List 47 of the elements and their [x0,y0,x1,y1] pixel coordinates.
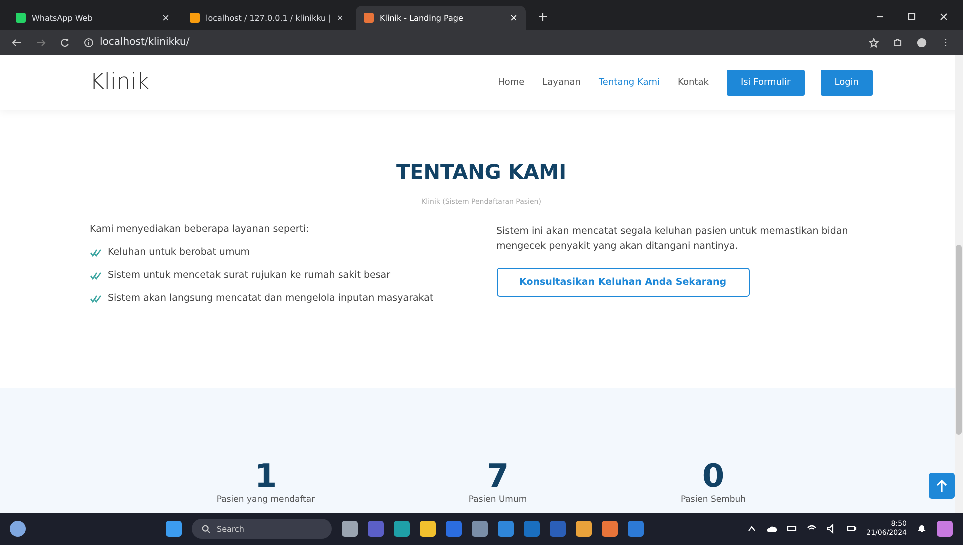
stat-label: Pasien yang mendaftar [216,495,316,505]
list-item-text: Keluhan untuk berobat umum [108,247,250,258]
address-field[interactable]: localhost/klinikku/ [84,37,190,48]
back-icon[interactable] [12,38,22,48]
stat-label: Pasien Umum [468,495,528,505]
scroll-top-button[interactable] [929,473,955,499]
chevron-up-icon[interactable] [746,524,757,534]
bell-icon[interactable] [917,524,927,534]
close-icon[interactable] [939,12,949,22]
scrollbar[interactable] [955,55,963,513]
cloud-icon[interactable] [766,524,777,534]
form-button[interactable]: Isi Formulir [726,70,805,96]
list-item-text: Sistem untuk mencetak surat rujukan ke rumah sakit besar [108,270,391,281]
search-field[interactable]: Search [192,519,332,539]
check-icon [90,248,102,256]
close-icon[interactable] [162,14,170,22]
avatar-icon[interactable] [917,38,927,48]
maximize-icon[interactable] [907,12,917,22]
nav-link[interactable]: Kontak [678,78,709,88]
nav-link[interactable]: Home [498,78,525,88]
brand-logo[interactable]: Klinik [90,70,150,95]
stat-label: Pasien Sembuh [680,495,746,505]
keyboard-icon[interactable] [786,524,797,534]
search-icon [202,524,211,534]
description-text: Sistem ini akan mencatat segala keluhan pasien untuk memastikan bidan mengecek penyakit yang akan ditangani nantinya. [496,225,850,254]
forward-icon[interactable] [36,38,46,48]
plus-icon[interactable] [538,12,548,22]
intro-text: Kami menyediakan beberapa layanan seperti: [90,224,310,235]
stat-value: 1 [254,457,278,495]
login-button[interactable]: Login [820,70,873,96]
stat-value: 0 [702,457,725,495]
consult-button[interactable]: Konsultasikan Keluhan Anda Sekarang [496,268,750,298]
nav-link[interactable]: Layanan [542,78,581,88]
close-icon[interactable] [337,14,344,22]
browser-tab[interactable]: localhost / 127.0.0.1 / klinikku | [182,6,352,30]
battery-icon[interactable] [846,524,857,534]
info-icon[interactable] [84,38,94,48]
list-item-text: Sistem akan langsung mencatat dan mengelola inputan masyarakat [108,293,434,304]
star-icon[interactable] [869,38,879,48]
nav-link[interactable]: Tentang Kami [598,78,660,88]
check-icon [90,272,102,280]
browser-tab[interactable]: WhatsApp Web [8,6,178,30]
section-title: TENTANG KAMI [396,160,567,184]
browser-tab[interactable]: Klinik - Landing Page [356,6,526,30]
reload-icon[interactable] [60,38,70,48]
stat-value: 7 [486,457,510,495]
check-icon [90,294,102,302]
